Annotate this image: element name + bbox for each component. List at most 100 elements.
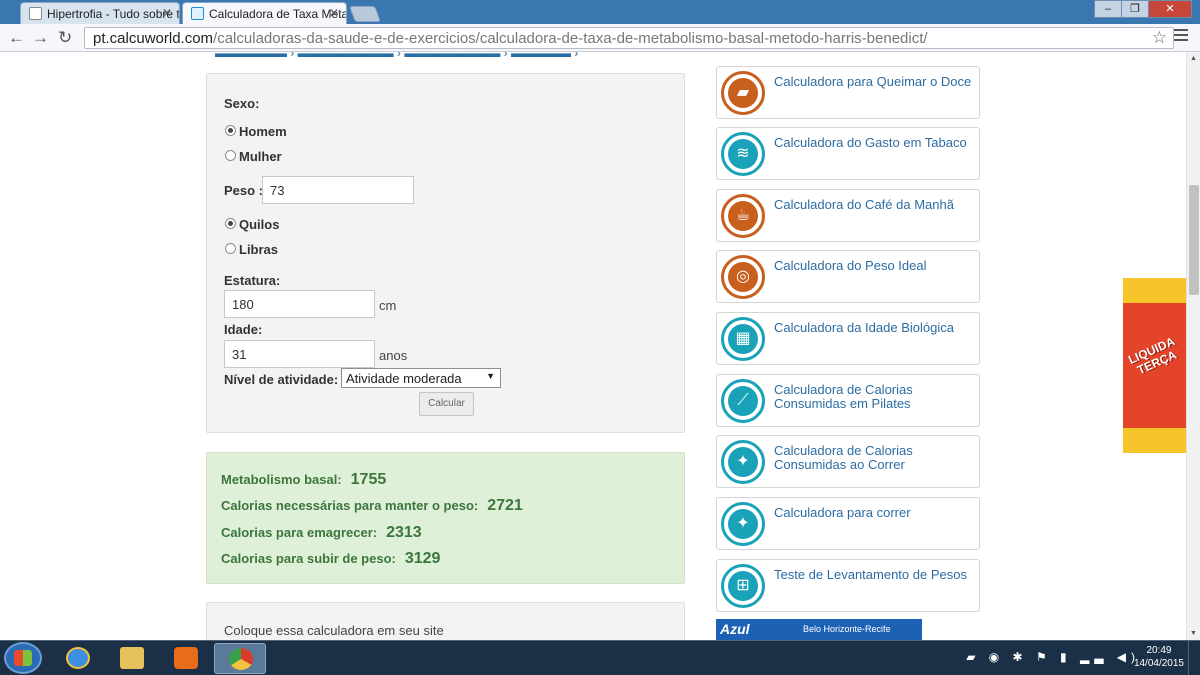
- sidebar-item-label[interactable]: Calculadora de Calorias Consumidas ao Co…: [774, 444, 974, 472]
- system-tray-icons[interactable]: ▰ ◉ ✱ ⚑ ▮ ▂▃ ◀): [966, 650, 1140, 664]
- close-window-button[interactable]: ✕: [1148, 0, 1192, 18]
- result-label: Calorias para emagrecer:: [221, 525, 378, 540]
- result-value: 2313: [386, 524, 422, 541]
- bookmark-star-icon[interactable]: ☆: [1152, 28, 1167, 48]
- clock-time: 20:49: [1146, 645, 1172, 656]
- mulher-radio[interactable]: [225, 150, 236, 161]
- page-scrollbar[interactable]: ▲ ▼: [1186, 52, 1200, 640]
- sidebar-item-label[interactable]: Calculadora do Café da Manhã: [774, 198, 974, 212]
- close-tab-icon[interactable]: ✕: [162, 6, 172, 20]
- clock-date: 14/04/2015: [1133, 658, 1184, 669]
- scale-icon: ◎: [721, 255, 765, 299]
- maximize-button[interactable]: ❐: [1121, 0, 1149, 18]
- quilos-radio[interactable]: [225, 218, 236, 229]
- tab-calculadora[interactable]: Calculadora de Taxa Meta ✕: [182, 2, 347, 24]
- ad-decoration: [1123, 278, 1186, 303]
- sidebar-item-label[interactable]: Calculadora da Idade Biológica: [774, 321, 974, 335]
- tab-title: Calculadora de Taxa Meta: [209, 7, 347, 21]
- result-subir-peso: Calorias para subir de peso: 3129: [221, 550, 440, 568]
- calcuworld-favicon-icon: [191, 7, 204, 20]
- sidebar-item-label[interactable]: Calculadora do Peso Ideal: [774, 259, 974, 273]
- taskbar-internet-explorer[interactable]: [52, 643, 104, 674]
- sidebar-item-queimar-doce[interactable]: ▰ Calculadora para Queimar o Doce: [716, 66, 980, 119]
- sidebar-item-calorias-correr[interactable]: ✦ Calculadora de Calorias Consumidas ao …: [716, 435, 980, 488]
- windows-start-button[interactable]: [4, 642, 42, 674]
- result-manter-peso: Calorias necessárias para manter o peso:…: [221, 497, 523, 515]
- peso-input[interactable]: 73: [262, 176, 414, 204]
- sidebar-item-levantamento-pesos[interactable]: ⊞ Teste de Levantamento de Pesos: [716, 559, 980, 612]
- taskbar-chrome[interactable]: [214, 643, 266, 674]
- result-label: Calorias necessárias para manter o peso:: [221, 498, 479, 513]
- scrollbar-thumb[interactable]: [1189, 185, 1199, 295]
- pilates-icon: ⟋: [721, 379, 765, 423]
- liquida-terca-ad-banner[interactable]: LIQUIDA TERÇA: [1123, 278, 1186, 453]
- runner-icon: ✦: [721, 502, 765, 546]
- sidebar-item-peso-ideal[interactable]: ◎ Calculadora do Peso Ideal: [716, 250, 980, 303]
- result-value: 1755: [350, 471, 387, 488]
- embed-title: Coloque essa calculadora em seu site: [224, 623, 444, 638]
- new-tab-button[interactable]: [349, 6, 381, 22]
- minimize-button[interactable]: –: [1094, 0, 1122, 18]
- atividade-label: Nível de atividade:: [224, 372, 339, 387]
- media-player-icon: [174, 647, 198, 669]
- result-label: Calorias para subir de peso:: [221, 551, 396, 566]
- windows-logo-icon: [14, 650, 32, 666]
- taskbar-media-player[interactable]: [160, 643, 212, 674]
- chrome-menu-icon[interactable]: [1174, 29, 1188, 44]
- results-panel: Metabolismo basal: 1755 Calorias necessár…: [206, 452, 685, 584]
- tab-hipertrofia[interactable]: Hipertrofia - Tudo sobre t ✕: [20, 2, 180, 24]
- result-metabolismo-basal: Metabolismo basal: 1755: [221, 471, 386, 489]
- taskbar-file-explorer[interactable]: [106, 643, 158, 674]
- window-controls: – ❐ ✕: [1094, 0, 1192, 18]
- sidebar-item-label[interactable]: Calculadora do Gasto em Tabaco: [774, 136, 974, 150]
- scroll-up-arrow-icon[interactable]: ▲: [1190, 55, 1197, 62]
- mulher-label[interactable]: Mulher: [239, 149, 282, 164]
- close-tab-icon[interactable]: ✕: [329, 6, 339, 20]
- runner-icon: ✦: [721, 440, 765, 484]
- quilos-label[interactable]: Quilos: [239, 217, 279, 232]
- libras-label[interactable]: Libras: [239, 242, 278, 257]
- address-bar[interactable]: pt.calcuworld.com/calculadoras-da-saude-…: [84, 27, 1174, 49]
- system-clock[interactable]: 20:49 14/04/2015: [1134, 644, 1184, 670]
- azul-brand-logo: Azul: [720, 621, 750, 637]
- scroll-down-arrow-icon[interactable]: ▼: [1190, 630, 1197, 637]
- atividade-selected-value: Atividade moderada: [346, 371, 462, 386]
- folder-icon: [120, 647, 144, 669]
- homem-radio[interactable]: [225, 125, 236, 136]
- browser-tab-strip: Hipertrofia - Tudo sobre t ✕ Calculadora…: [0, 0, 1200, 24]
- sidebar-item-gasto-tabaco[interactable]: ≋ Calculadora do Gasto em Tabaco: [716, 127, 980, 180]
- url-host: pt.calcuworld.com: [93, 30, 214, 47]
- libras-radio[interactable]: [225, 243, 236, 254]
- sidebar-item-label[interactable]: Teste de Levantamento de Pesos: [774, 568, 974, 582]
- calcular-button[interactable]: Calcular: [419, 392, 474, 416]
- breadcrumb-links-cut-off: ▬▬▬▬▬▬ › ▬▬▬▬▬▬▬▬ › ▬▬▬▬▬▬▬▬ › ▬▬▬▬▬ ›: [215, 52, 579, 60]
- sidebar-item-cafe-manha[interactable]: ☕ Calculadora do Café da Manhã: [716, 189, 980, 242]
- show-desktop-button[interactable]: [1188, 641, 1200, 675]
- back-arrow-icon[interactable]: ←: [8, 28, 25, 48]
- forward-arrow-icon[interactable]: →: [32, 28, 49, 48]
- idade-unit: anos: [379, 348, 408, 363]
- cake-icon: ▰: [721, 71, 765, 115]
- sidebar-item-idade-biologica[interactable]: ▦ Calculadora da Idade Biológica: [716, 312, 980, 365]
- estatura-unit: cm: [379, 298, 397, 313]
- page-viewport: ▬▬▬▬▬▬ › ▬▬▬▬▬▬▬▬ › ▬▬▬▬▬▬▬▬ › ▬▬▬▬▬ › S…: [0, 52, 1186, 640]
- reload-icon[interactable]: ↻: [58, 28, 72, 48]
- sidebar-item-label[interactable]: Calculadora para Queimar o Doce: [774, 75, 974, 89]
- sidebar-item-calorias-pilates[interactable]: ⟋ Calculadora de Calorias Consumidas em …: [716, 374, 980, 427]
- sidebar-item-label[interactable]: Calculadora de Calorias Consumidas em Pi…: [774, 383, 974, 411]
- sexo-label: Sexo:: [224, 96, 260, 111]
- url-path: /calculadoras-da-saude-e-de-exercicios/c…: [213, 30, 928, 47]
- estatura-input[interactable]: 180: [224, 290, 375, 318]
- sidebar-item-calculadora-correr[interactable]: ✦ Calculadora para correr: [716, 497, 980, 550]
- idade-input[interactable]: 31: [224, 340, 375, 368]
- page-favicon-icon: [29, 7, 42, 20]
- calculator-icon: ▦: [721, 317, 765, 361]
- homem-label[interactable]: Homem: [239, 124, 287, 139]
- azul-airline-ad[interactable]: Azul Belo Horizonte-Recife: [716, 619, 922, 640]
- chrome-icon: [229, 648, 253, 670]
- idade-label: Idade:: [224, 322, 263, 337]
- estatura-label: Estatura:: [224, 273, 281, 288]
- internet-explorer-icon: [66, 647, 90, 669]
- atividade-select[interactable]: Atividade moderada ▼: [341, 368, 501, 388]
- sidebar-item-label[interactable]: Calculadora para correr: [774, 506, 974, 520]
